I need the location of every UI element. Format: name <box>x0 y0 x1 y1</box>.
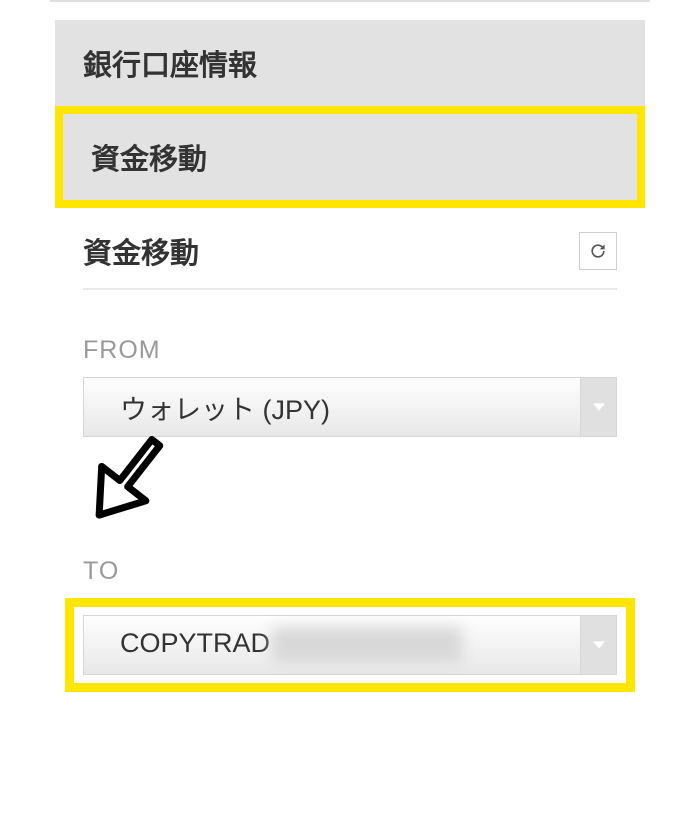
to-label: TO <box>83 557 617 586</box>
tab-transfer-label: 資金移動 <box>91 144 207 176</box>
transfer-card: 銀行口座情報 資金移動 資金移動 FROM ウォレット (JPY) TO <box>55 20 645 692</box>
tab-transfer[interactable]: 資金移動 <box>55 106 645 208</box>
panel-title: 資金移動 <box>83 230 199 272</box>
redacted-text <box>272 627 462 663</box>
from-dropdown[interactable]: ウォレット (JPY) <box>83 377 617 437</box>
to-dropdown-value: COPYTRAD <box>120 627 462 663</box>
refresh-icon <box>588 241 608 261</box>
transfer-panel: 資金移動 FROM ウォレット (JPY) TO COPYTRAD <box>55 208 645 692</box>
arrow-annotation-icon <box>65 422 185 542</box>
to-dropdown-button[interactable] <box>580 616 616 674</box>
refresh-button[interactable] <box>579 232 617 270</box>
to-dropdown[interactable]: COPYTRAD <box>83 615 617 675</box>
tab-bank-info-label: 銀行口座情報 <box>83 50 257 82</box>
from-dropdown-button[interactable] <box>580 378 616 436</box>
from-dropdown-value: ウォレット (JPY) <box>120 388 330 427</box>
tab-bank-info[interactable]: 銀行口座情報 <box>55 20 645 106</box>
to-highlight: COPYTRAD <box>65 598 635 692</box>
chevron-down-icon <box>593 401 605 413</box>
from-label: FROM <box>83 336 617 365</box>
chevron-down-icon <box>593 639 605 651</box>
divider <box>50 0 650 2</box>
to-dropdown-value-text: COPYTRAD <box>120 628 270 658</box>
